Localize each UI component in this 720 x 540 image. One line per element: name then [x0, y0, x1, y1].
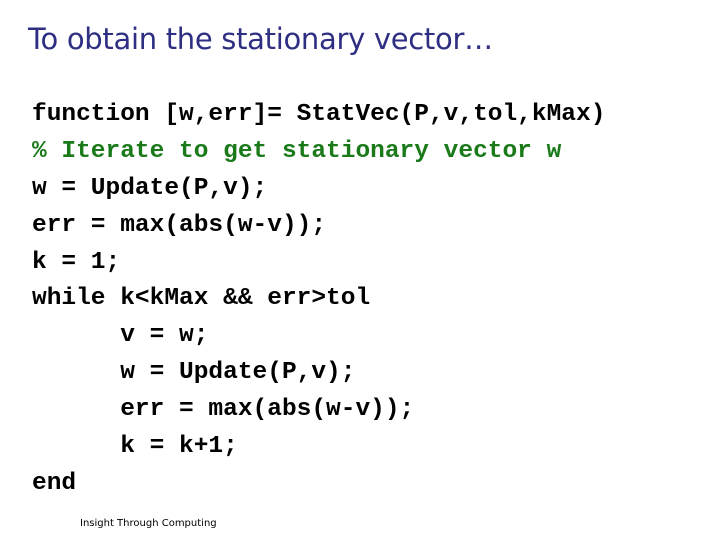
code-line-while: while k<kMax && err>tol	[32, 285, 371, 313]
code-line-comment: % Iterate to get stationary vector w	[32, 137, 562, 165]
code-block: function [w,err]= StatVec(P,v,tol,kMax)%…	[32, 97, 605, 503]
code-line-function-signature: function [w,err]= StatVec(P,v,tol,kMax)	[32, 101, 606, 128]
code-line-loop-increment: k = k+1;	[32, 433, 238, 461]
code-line-loop-update: w = Update(P,v);	[32, 359, 356, 387]
code-line-init-counter: k = 1;	[32, 248, 121, 276]
code-line-initial-update: w = Update(P,v);	[32, 174, 268, 202]
slide-footer: Insight Through Computing	[80, 518, 217, 529]
slide-title: To obtain the stationary vector…	[28, 22, 493, 56]
code-line-initial-error: err = max(abs(w-v));	[32, 211, 327, 239]
code-line-loop-error: err = max(abs(w-v));	[32, 396, 415, 424]
code-line-loop-assign-v: v = w;	[32, 322, 209, 350]
code-line-end: end	[32, 469, 77, 497]
